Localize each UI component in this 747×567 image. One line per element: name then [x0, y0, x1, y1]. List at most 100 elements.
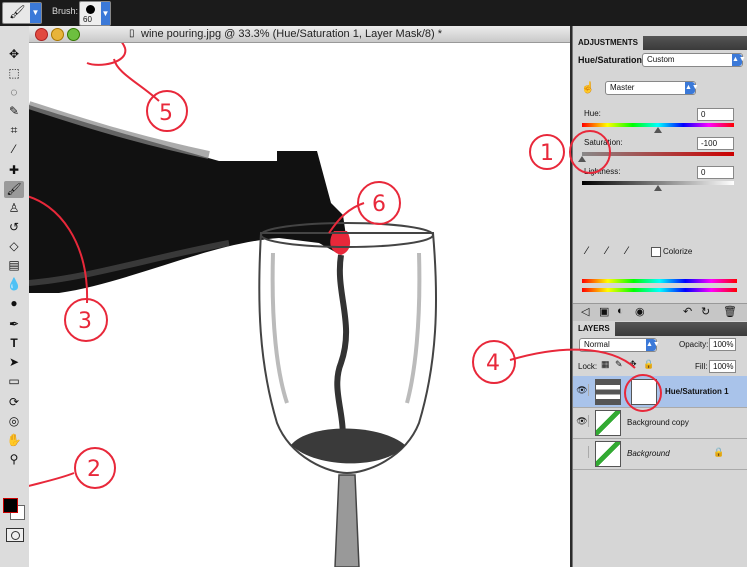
lasso-tool-icon[interactable]: ◌ [4, 84, 24, 101]
dodge-tool-icon[interactable]: ● [4, 295, 24, 312]
saturation-slider[interactable] [582, 152, 734, 156]
tab-layers[interactable]: LAYERS [573, 322, 615, 336]
history-brush-tool-icon[interactable]: ↺ [4, 219, 24, 236]
zoom-window-button[interactable] [67, 28, 80, 41]
saturation-label: Saturation: [584, 138, 623, 147]
reset-icon[interactable]: ↻ [701, 305, 710, 318]
blend-mode-select[interactable]: Normal ▲▼ [579, 338, 660, 352]
adjustments-footer: ◁ ▣ ◐ ◉ ↶ ↻ 🗑 [573, 303, 747, 321]
close-window-button[interactable] [35, 28, 48, 41]
blur-tool-icon[interactable]: 💧 [4, 276, 24, 293]
lock-label: Lock: [578, 362, 598, 371]
tool-preset-picker[interactable]: 🖌 ▼ [2, 2, 42, 24]
lightness-label: Lightness: [584, 167, 621, 176]
document-window: ▯ wine pouring.jpg @ 33.3% (Hue/Saturati… [29, 26, 570, 567]
lock-pixels-icon[interactable]: ✎ [615, 359, 623, 370]
previous-state-icon[interactable]: ↶ [683, 305, 692, 318]
3d-orbit-tool-icon[interactable]: ◎ [4, 413, 24, 430]
layer-name: Background [627, 449, 670, 458]
pen-tool-icon[interactable]: ✒ [4, 316, 24, 333]
layers-tabbar: LAYERS [573, 322, 747, 336]
targeted-adjust-icon[interactable]: ☝ [581, 81, 595, 94]
hue-input[interactable]: 0 [697, 108, 734, 121]
color-swatches[interactable] [3, 498, 25, 520]
shape-tool-icon[interactable]: ▭ [4, 373, 24, 390]
lock-all-icon[interactable]: 🔒 [643, 359, 654, 370]
layer-row[interactable]: 👁 Hue/Saturation 1 [573, 376, 747, 408]
opacity-label: Opacity: [679, 340, 709, 349]
eye-icon[interactable]: 👁 [576, 415, 589, 427]
visibility-icon[interactable]: ◉ [635, 305, 645, 318]
annotation-6: 6 [372, 192, 386, 217]
annotation-2: 2 [87, 457, 101, 482]
move-tool-icon[interactable]: ✥ [4, 46, 24, 63]
foreground-color-swatch[interactable] [3, 498, 18, 513]
colorize-label: Colorize [663, 247, 693, 256]
minimize-window-button[interactable] [51, 28, 64, 41]
delete-adjustment-icon[interactable]: 🗑 [723, 305, 737, 318]
quick-mask-button[interactable] [6, 528, 24, 542]
crop-tool-icon[interactable]: ⌗ [4, 122, 24, 139]
eyedropper-minus-icon[interactable]: ⁄ [626, 245, 628, 257]
layer-name: Background copy [627, 418, 689, 427]
dropdown-arrow-icon: ▲▼ [732, 54, 746, 66]
eye-hidden-icon[interactable]: 👁 [576, 446, 589, 458]
saturation-slider-thumb[interactable] [578, 156, 586, 162]
channel-value: Master [610, 83, 635, 92]
brush-tool-icon[interactable]: 🖌 [4, 181, 24, 198]
eyedropper-icon[interactable]: ⁄ [586, 245, 588, 257]
opacity-input[interactable]: 100% [709, 338, 736, 351]
brush-picker[interactable]: 60 ▼ [79, 1, 111, 26]
eyedropper-tool-icon[interactable]: ⁄ [4, 141, 24, 158]
eye-icon[interactable]: 👁 [576, 384, 589, 396]
brush-tip-icon [86, 5, 95, 14]
lock-position-icon[interactable]: ✥ [629, 359, 637, 370]
dropdown-arrow-icon: ▼ [30, 3, 41, 23]
eyedropper-plus-icon[interactable]: ⁄ [606, 245, 608, 257]
annotation-3: 3 [78, 309, 92, 334]
fill-input[interactable]: 100% [709, 360, 736, 373]
panels-dock: ADJUSTMENTS Hue/Saturation Custom ▲▼ ☝ M… [572, 26, 747, 567]
layer-mask-thumbnail[interactable] [631, 379, 657, 405]
path-selection-tool-icon[interactable]: ➤ [4, 354, 24, 371]
lightness-slider-thumb[interactable] [654, 185, 662, 191]
layer-row[interactable]: 👁 Background copy [573, 407, 747, 439]
layer-lock-icon: 🔒 [713, 447, 725, 457]
marquee-tool-icon[interactable]: ⬚ [4, 65, 24, 82]
blend-mode-value: Normal [584, 340, 610, 349]
lightness-input[interactable]: 0 [697, 166, 734, 179]
adjustment-thumbnail [595, 379, 621, 405]
quick-selection-tool-icon[interactable]: ✎ [4, 103, 24, 120]
healing-brush-tool-icon[interactable]: ✚ [4, 162, 24, 179]
clip-layer-icon[interactable]: ◐ [617, 305, 624, 317]
eraser-tool-icon[interactable]: ◇ [4, 238, 24, 255]
type-tool-icon[interactable]: T [4, 335, 24, 352]
brush-size: 60 [83, 15, 92, 24]
back-icon[interactable]: ◁ [581, 305, 589, 318]
preset-select[interactable]: Custom ▲▼ [642, 53, 746, 67]
lock-transparent-icon[interactable]: ▦ [601, 359, 610, 370]
dropdown-arrow-icon: ▲▼ [685, 82, 699, 94]
expanded-view-icon[interactable]: ▣ [599, 305, 609, 318]
layer-thumbnail [595, 410, 621, 436]
channel-select[interactable]: Master ▲▼ [605, 81, 699, 95]
document-title: wine pouring.jpg @ 33.3% (Hue/Saturation… [141, 28, 442, 40]
clone-stamp-tool-icon[interactable]: ♙ [4, 200, 24, 217]
document-titlebar: ▯ wine pouring.jpg @ 33.3% (Hue/Saturati… [29, 26, 570, 43]
hand-tool-icon[interactable]: ✋ [4, 432, 24, 449]
hue-slider-thumb[interactable] [654, 127, 662, 133]
saturation-input[interactable]: -100 [697, 137, 734, 150]
brush-icon: 🖌 [9, 4, 26, 19]
annotation-5: 5 [159, 101, 173, 126]
3d-rotate-tool-icon[interactable]: ⟳ [4, 394, 24, 411]
tab-adjustments[interactable]: ADJUSTMENTS [573, 36, 644, 50]
document-icon: ▯ [129, 28, 135, 39]
adjustment-title: Hue/Saturation [578, 55, 643, 65]
options-bar: 🖌 ▼ Brush: 60 ▼ [0, 0, 747, 26]
gradient-tool-icon[interactable]: ▤ [4, 257, 24, 274]
image-canvas[interactable]: 5 3 2 6 [29, 43, 570, 567]
zoom-tool-icon[interactable]: ⚲ [4, 451, 24, 468]
layer-row[interactable]: 👁 Background 🔒 [573, 438, 747, 470]
adjustments-tabbar: ADJUSTMENTS [573, 36, 747, 50]
colorize-checkbox[interactable] [651, 247, 661, 257]
